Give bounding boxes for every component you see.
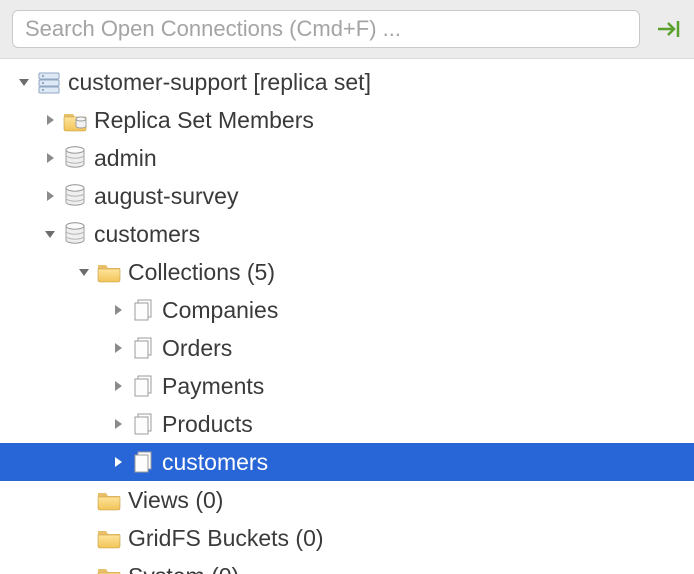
arrow-into-bar-icon [656, 19, 680, 39]
tree-node-label: Payments [162, 375, 264, 398]
disclosure-collapsed-icon[interactable] [110, 302, 126, 318]
tree-node-label: Orders [162, 337, 232, 360]
tree-node-views-group[interactable]: Views (0) [0, 481, 694, 519]
tree-node-label: customers [94, 223, 200, 246]
disclosure-expanded-icon[interactable] [42, 226, 58, 242]
tree-node-replica-members[interactable]: Replica Set Members [0, 101, 694, 139]
folder-icon [96, 563, 122, 574]
tree-node-database-customers[interactable]: customers [0, 215, 694, 253]
disclosure-expanded-icon[interactable] [76, 264, 92, 280]
toolbar [0, 0, 694, 59]
database-icon [62, 221, 88, 247]
tree-node-label: customers [162, 451, 268, 474]
folder-icon [96, 487, 122, 513]
disclosure-collapsed-icon[interactable] [42, 112, 58, 128]
tree-node-label: customer-support [replica set] [68, 71, 371, 94]
disclosure-collapsed-icon[interactable] [42, 150, 58, 166]
tree-node-collections-group[interactable]: Collections (5) [0, 253, 694, 291]
documents-icon [130, 335, 156, 361]
disclosure-collapsed-icon[interactable] [110, 340, 126, 356]
tree-node-label: Replica Set Members [94, 109, 314, 132]
server-icon [36, 69, 62, 95]
folder-icon [96, 259, 122, 285]
disclosure-expanded-icon[interactable] [16, 74, 32, 90]
disclosure-collapsed-icon[interactable] [110, 416, 126, 432]
documents-icon [130, 297, 156, 323]
tree-node-label: Views (0) [128, 489, 223, 512]
disclosure-collapsed-icon[interactable] [42, 188, 58, 204]
database-icon [62, 145, 88, 171]
tree-node-label: GridFS Buckets (0) [128, 527, 324, 550]
tree-node-label: Collections (5) [128, 261, 275, 284]
tree-node-label: admin [94, 147, 157, 170]
tree-node-label: Companies [162, 299, 278, 322]
tree-node-database-august-survey[interactable]: august-survey [0, 177, 694, 215]
tree-node-label: august-survey [94, 185, 238, 208]
tree-node-collection-orders[interactable]: Orders [0, 329, 694, 367]
folder-icon [96, 525, 122, 551]
tree-node-gridfs-group[interactable]: GridFS Buckets (0) [0, 519, 694, 557]
tree-node-database-admin[interactable]: admin [0, 139, 694, 177]
tree-node-connection[interactable]: customer-support [replica set] [0, 63, 694, 101]
tree-node-system-group[interactable]: System (0) [0, 557, 694, 574]
tree-node-collection-products[interactable]: Products [0, 405, 694, 443]
tree-node-collection-companies[interactable]: Companies [0, 291, 694, 329]
database-icon [62, 183, 88, 209]
documents-icon [130, 449, 156, 475]
folder-db-icon [62, 107, 88, 133]
tree-node-label: Products [162, 413, 253, 436]
disclosure-collapsed-icon[interactable] [110, 378, 126, 394]
documents-icon [130, 411, 156, 437]
search-input[interactable] [12, 10, 640, 48]
connections-tree: customer-support [replica set] Replica S… [0, 59, 694, 574]
tree-node-collection-payments[interactable]: Payments [0, 367, 694, 405]
documents-icon [130, 373, 156, 399]
import-connection-button[interactable] [654, 15, 682, 43]
tree-node-label: System (0) [128, 565, 239, 574]
disclosure-collapsed-icon[interactable] [110, 454, 126, 470]
tree-node-collection-customers[interactable]: customers [0, 443, 694, 481]
